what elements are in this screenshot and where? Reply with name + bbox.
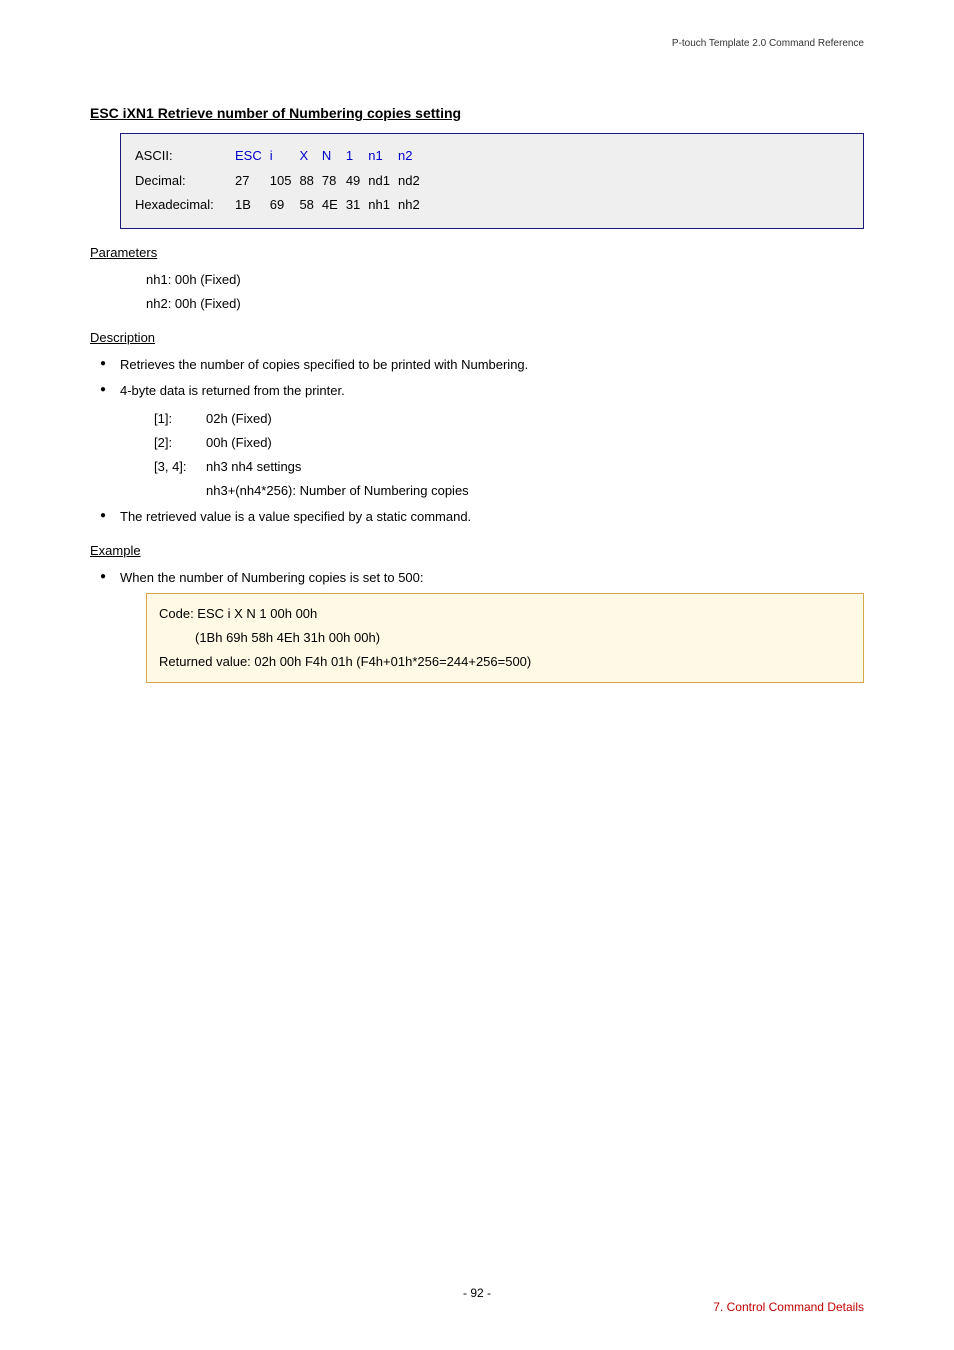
code-table: ASCII: ESC i X N 1 n1 n2 Decimal: 27 105…: [120, 133, 864, 229]
example-box: Code: ESC i X N 1 00h 00h (1Bh 69h 58h 4…: [146, 593, 864, 683]
parameters-heading: Parameters: [90, 245, 864, 260]
cell: 1: [346, 144, 368, 169]
page-content: ESC iXN1 Retrieve number of Numbering co…: [0, 0, 954, 683]
param-line: nh1: 00h (Fixed): [146, 268, 864, 292]
section-heading: ESC iXN1 Retrieve number of Numbering co…: [90, 105, 864, 121]
row-label: Hexadecimal:: [135, 193, 235, 218]
example-heading: Example: [90, 543, 864, 558]
cell: nh1: [368, 193, 398, 218]
bullet-text: When the number of Numbering copies is s…: [120, 570, 424, 585]
bullet-text: Retrieves the number of copies specified…: [120, 357, 528, 372]
cell: 88: [299, 169, 321, 194]
parameters-block: nh1: 00h (Fixed) nh2: 00h (Fixed): [146, 268, 864, 316]
row-label: ASCII:: [135, 144, 235, 169]
cell: 58: [299, 193, 321, 218]
cell: nh2: [398, 193, 428, 218]
def-row: [1]: 02h (Fixed): [154, 407, 864, 431]
page-number: - 92 -: [0, 1286, 954, 1300]
def-row: [3, 4]: nh3 nh4 settings: [154, 455, 864, 479]
cell: X: [299, 144, 321, 169]
def-key: [3, 4]:: [154, 455, 206, 479]
desc-bullet: Retrieves the number of copies specified…: [98, 353, 864, 377]
cell: i: [270, 144, 300, 169]
def-val: 00h (Fixed): [206, 431, 272, 455]
def-val: 02h (Fixed): [206, 407, 272, 431]
def-key: [1]:: [154, 407, 206, 431]
def-row: [2]: 00h (Fixed): [154, 431, 864, 455]
def-sub: nh3+(nh4*256): Number of Numbering copie…: [206, 479, 864, 503]
cell: n2: [398, 144, 428, 169]
description-heading: Description: [90, 330, 864, 345]
doc-header: P-touch Template 2.0 Command Reference: [672, 38, 864, 49]
cell: 69: [270, 193, 300, 218]
cell: 105: [270, 169, 300, 194]
cell: 4E: [322, 193, 346, 218]
code-row-hex: Hexadecimal: 1B 69 58 4E 31 nh1 nh2: [135, 193, 428, 218]
bullet-text: 4-byte data is returned from the printer…: [120, 383, 345, 398]
cell: n1: [368, 144, 398, 169]
cell: N: [322, 144, 346, 169]
code-row-ascii: ASCII: ESC i X N 1 n1 n2: [135, 144, 428, 169]
cell: 27: [235, 169, 270, 194]
cell: 49: [346, 169, 368, 194]
footer-section: 7. Control Command Details: [713, 1300, 864, 1314]
description-list: Retrieves the number of copies specified…: [98, 353, 864, 529]
code-row-decimal: Decimal: 27 105 88 78 49 nd1 nd2: [135, 169, 428, 194]
desc-bullet: The retrieved value is a value specified…: [98, 505, 864, 529]
def-key: [2]:: [154, 431, 206, 455]
bullet-text: The retrieved value is a value specified…: [120, 509, 471, 524]
example-line: (1Bh 69h 58h 4Eh 31h 00h 00h): [159, 626, 851, 650]
example-list: When the number of Numbering copies is s…: [98, 566, 864, 590]
cell: nd2: [398, 169, 428, 194]
def-val: nh3 nh4 settings: [206, 455, 301, 479]
example-line: Code: ESC i X N 1 00h 00h: [159, 602, 851, 626]
param-line: nh2: 00h (Fixed): [146, 292, 864, 316]
cell: 31: [346, 193, 368, 218]
cell: 1B: [235, 193, 270, 218]
cell: 78: [322, 169, 346, 194]
desc-bullet: 4-byte data is returned from the printer…: [98, 379, 864, 503]
example-bullet: When the number of Numbering copies is s…: [98, 566, 864, 590]
cell: nd1: [368, 169, 398, 194]
row-label: Decimal:: [135, 169, 235, 194]
def-list: [1]: 02h (Fixed) [2]: 00h (Fixed) [3, 4]…: [154, 407, 864, 503]
cell: ESC: [235, 144, 270, 169]
example-line: Returned value: 02h 00h F4h 01h (F4h+01h…: [159, 650, 851, 674]
